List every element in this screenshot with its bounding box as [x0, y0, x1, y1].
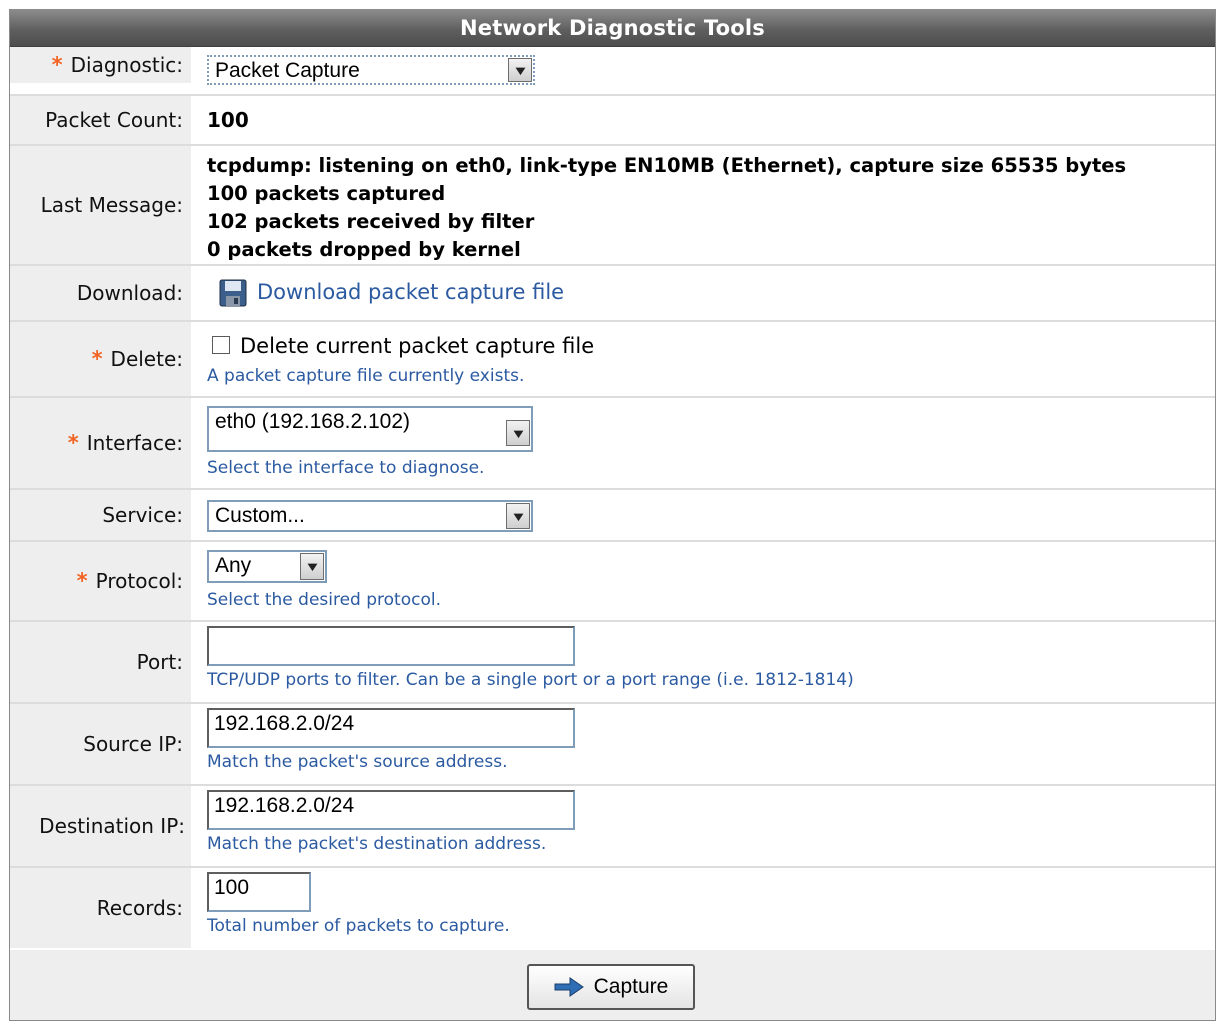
row-diagnostic: * Diagnostic: Packet Capture ▼ — [10, 47, 1215, 85]
interface-hint: Select the interface to diagnose. — [207, 458, 485, 478]
capture-button-label: Capture — [593, 975, 669, 998]
packet-count-label: Packet Count: — [45, 108, 183, 132]
row-service: Service: Custom... ▼ — [10, 490, 1215, 540]
source-ip-label: Source IP: — [83, 732, 183, 756]
row-delete: * Delete: Delete current packet capture f… — [10, 322, 1215, 396]
required-marker: * — [51, 53, 63, 77]
delete-checkbox[interactable] — [212, 336, 230, 354]
service-select[interactable]: Custom... ▼ — [207, 500, 533, 532]
source-ip-input[interactable]: 192.168.2.0/24 — [207, 708, 575, 748]
row-protocol: * Protocol: Any ▼ Select the desired prot… — [10, 542, 1215, 620]
row-records: Records: 100 Total number of packets to … — [10, 868, 1215, 948]
floppy-disk-icon[interactable] — [219, 279, 247, 307]
network-diagnostic-panel: Network Diagnostic Tools * Diagnostic: Pa… — [9, 9, 1216, 1021]
download-capture-link[interactable]: Download packet capture file — [257, 280, 564, 304]
protocol-hint: Select the desired protocol. — [207, 590, 441, 610]
message-line: 0 packets dropped by kernel — [207, 238, 521, 261]
source-ip-hint: Match the packet's source address. — [207, 752, 508, 772]
protocol-label: Protocol: — [95, 569, 183, 593]
message-line: 100 packets captured — [207, 182, 446, 205]
diagnostic-label: Diagnostic: — [70, 53, 183, 77]
row-packet-count: Packet Count: 100 — [10, 96, 1215, 144]
port-hint: TCP/UDP ports to filter. Can be a single… — [207, 670, 854, 690]
row-interface: * Interface: eth0 (192.168.2.102) ▼ Selec… — [10, 398, 1215, 488]
required-marker: * — [67, 431, 79, 455]
records-label: Records: — [96, 896, 183, 920]
button-bar: Capture — [10, 950, 1215, 1020]
delete-label: Delete: — [110, 347, 183, 371]
required-marker: * — [76, 569, 88, 593]
row-download: Download: Download packet capture file — [10, 266, 1215, 320]
records-input[interactable]: 100 — [207, 872, 311, 912]
arrow-right-icon — [554, 977, 584, 997]
chevron-down-icon[interactable]: ▼ — [506, 503, 530, 529]
chevron-down-icon[interactable]: ▼ — [300, 553, 324, 580]
message-line: 102 packets received by filter — [207, 210, 535, 233]
last-message-text: tcpdump: listening on eth0, link-type EN… — [207, 152, 1126, 264]
row-port: Port: TCP/UDP ports to filter. Can be a … — [10, 622, 1215, 702]
port-label: Port: — [136, 650, 183, 674]
service-label: Service: — [102, 503, 183, 527]
interface-select[interactable]: eth0 (192.168.2.102) ▼ — [207, 406, 533, 452]
download-label: Download: — [76, 281, 183, 305]
row-last-message: Last Message: tcpdump: listening on eth0… — [10, 146, 1215, 264]
protocol-select[interactable]: Any ▼ — [207, 550, 327, 583]
port-input[interactable] — [207, 626, 575, 666]
records-hint: Total number of packets to capture. — [207, 916, 510, 936]
delete-checkbox-label[interactable]: Delete current packet capture file — [240, 334, 594, 358]
row-source-ip: Source IP: 192.168.2.0/24 Match the pack… — [10, 704, 1215, 784]
capture-button[interactable]: Capture — [527, 964, 695, 1010]
interface-label: Interface: — [86, 431, 183, 455]
row-destination-ip: Destination IP: 192.168.2.0/24 Match the… — [10, 786, 1215, 866]
destination-ip-hint: Match the packet's destination address. — [207, 834, 547, 854]
diagnostic-select[interactable]: Packet Capture ▼ — [207, 55, 535, 85]
destination-ip-input[interactable]: 192.168.2.0/24 — [207, 790, 575, 830]
delete-hint: A packet capture file currently exists. — [207, 366, 525, 386]
required-marker: * — [91, 347, 103, 371]
chevron-down-icon[interactable]: ▼ — [508, 58, 532, 82]
packet-count-value: 100 — [207, 108, 249, 132]
last-message-label: Last Message: — [40, 193, 183, 217]
destination-ip-label: Destination IP: — [39, 814, 185, 838]
message-line: tcpdump: listening on eth0, link-type EN… — [207, 154, 1127, 177]
chevron-down-icon[interactable]: ▼ — [506, 420, 530, 446]
panel-title: Network Diagnostic Tools — [10, 10, 1215, 47]
